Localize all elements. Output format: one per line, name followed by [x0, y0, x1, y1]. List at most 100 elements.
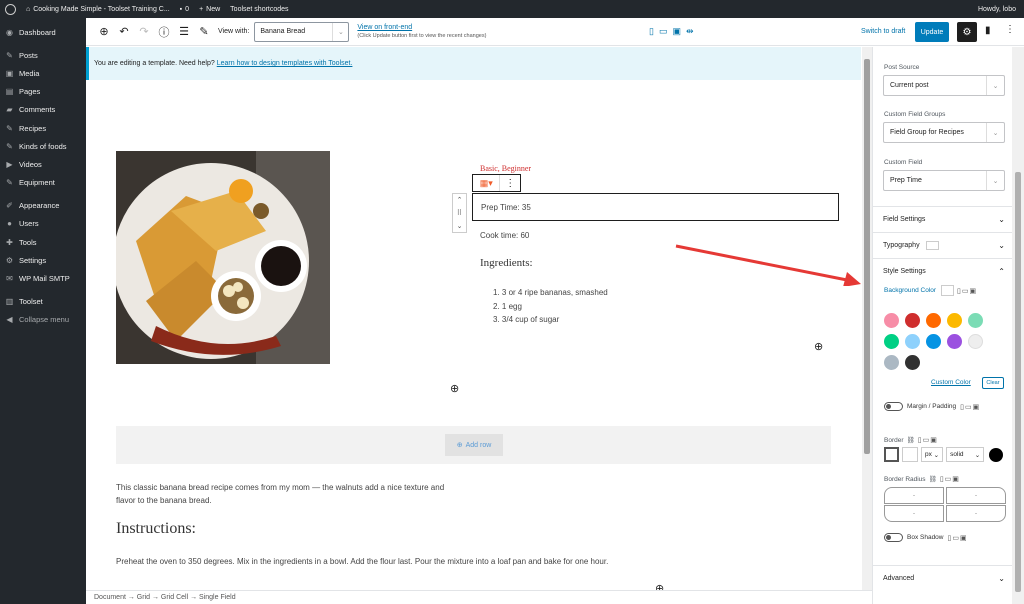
sidebar-item-settings[interactable]: ⚙ Settings — [0, 251, 86, 269]
color-swatch[interactable] — [905, 355, 920, 370]
sidebar-item-comments[interactable]: ▰ Comments — [0, 101, 86, 119]
add-row-button[interactable]: ⊕ Add row — [445, 434, 503, 456]
color-swatch[interactable] — [947, 313, 962, 328]
color-swatch[interactable] — [926, 313, 941, 328]
color-swatch[interactable] — [884, 313, 899, 328]
learn-templates-link[interactable]: Learn how to design templates with Tools… — [217, 60, 353, 67]
background-color-swatch[interactable] — [941, 285, 955, 296]
style-settings-header[interactable]: Style Settings ⌃ — [873, 258, 1012, 284]
settings-gear-button[interactable]: ⚙ — [957, 22, 977, 42]
chevron-up-icon[interactable]: ⌃ — [457, 196, 463, 204]
color-swatch[interactable] — [947, 334, 962, 349]
tablet-icon[interactable]: ▭ — [659, 26, 668, 37]
panel-scrollbar[interactable] — [1012, 47, 1024, 604]
sidebar-item-videos[interactable]: ▶ Videos — [0, 155, 86, 173]
radius-top-right[interactable]: - — [946, 487, 1006, 504]
custom-color-link[interactable]: Custom Color — [931, 379, 971, 386]
color-swatch[interactable] — [884, 334, 899, 349]
breadcrumb-item[interactable]: Document — [94, 594, 126, 601]
device-icons[interactable]: ▯▭▣ — [940, 475, 960, 483]
sidebar-item-recipes[interactable]: ✎ Recipes — [0, 119, 86, 137]
color-swatch[interactable] — [968, 313, 983, 328]
chevron-down-icon[interactable]: ⌄ — [457, 222, 463, 230]
sidebar-item-toolset[interactable]: ▥ Toolset — [0, 293, 86, 311]
device-icons[interactable]: ▯▭▣ — [918, 436, 938, 444]
chevron-down-icon: ⌄ — [986, 123, 1004, 142]
sidebar-item-equipment[interactable]: ✎ Equipment — [0, 174, 86, 192]
desktop-icon[interactable]: ▣ — [672, 26, 681, 37]
new-link[interactable]: + New — [194, 0, 225, 18]
sidebar-item-media[interactable]: ▣ Media — [0, 64, 86, 82]
sidebar-item-dashboard[interactable]: ◉ Dashboard — [0, 23, 86, 41]
margin-padding-toggle[interactable] — [884, 402, 903, 411]
breadcrumb-item[interactable]: Grid Cell — [161, 594, 188, 601]
taxonomy-badge[interactable]: Basic, Beginner — [480, 164, 531, 173]
advanced-header[interactable]: Advanced ⌄ — [873, 565, 1012, 591]
sidebar-item-tools[interactable]: ✚ Tools — [0, 233, 86, 251]
sidebar-item-posts[interactable]: ✎ Posts — [0, 46, 86, 64]
radius-bottom-right[interactable]: - — [946, 505, 1006, 522]
block-mover[interactable]: ⌃ ⠿ ⌄ — [452, 193, 467, 233]
sidebar-item-wp-mail-smtp[interactable]: ✉ WP Mail SMTP — [0, 269, 86, 287]
add-block-icon[interactable]: ⊕ — [94, 25, 114, 38]
typography-header[interactable]: Typography ⌄ — [873, 232, 1012, 258]
radius-top-left[interactable]: - — [884, 487, 944, 504]
border-style-box[interactable] — [884, 447, 899, 462]
custom-field-select[interactable]: Prep Time ⌄ — [883, 170, 1005, 191]
redo-icon[interactable]: ↷ — [134, 25, 154, 38]
radius-bottom-left[interactable]: - — [884, 505, 944, 522]
post-source-select[interactable]: Current post ⌄ — [883, 75, 1005, 96]
sidebar-item-users[interactable]: ● Users — [0, 215, 86, 233]
custom-field-label: Custom Field — [884, 159, 923, 166]
add-block-icon[interactable]: ⊕ — [814, 340, 823, 353]
switch-draft-link[interactable]: Switch to draft — [861, 28, 905, 35]
device-icons[interactable]: ▯▭▣ — [948, 534, 968, 542]
box-shadow-toggle[interactable] — [884, 533, 903, 542]
device-icons[interactable]: ▯▭▣ — [957, 287, 977, 295]
sidebar-collapse-menu[interactable]: ◀ Collapse menu — [0, 311, 86, 329]
comments-link[interactable]: ▪ 0 — [175, 0, 194, 18]
link-icon[interactable]: ⛓ — [929, 475, 937, 483]
mobile-icon[interactable]: ▯ — [649, 26, 654, 37]
drag-handle-icon[interactable]: ⠿ — [457, 209, 462, 217]
border-color-swatch[interactable] — [989, 447, 1004, 462]
block-more-icon[interactable]: ⋮ — [500, 175, 520, 191]
breadcrumb-item[interactable]: Single Field — [199, 594, 236, 601]
toolset-shortcodes-link[interactable]: Toolset shortcodes — [225, 0, 293, 18]
field-block-icon[interactable]: ▦▾ — [473, 175, 501, 191]
clear-color-button[interactable]: Clear — [982, 377, 1004, 389]
canvas-scrollbar[interactable] — [862, 47, 872, 590]
undo-icon[interactable]: ↶ — [114, 25, 134, 38]
add-block-icon[interactable]: ⊕ — [655, 582, 664, 590]
view-front-end-link[interactable]: View on front-end — [357, 23, 486, 32]
update-button[interactable]: Update — [915, 22, 949, 42]
sidebar-item-kinds-of-foods[interactable]: ✎ Kinds of foods — [0, 137, 86, 155]
resize-icon[interactable]: ⇹ — [686, 26, 694, 37]
custom-field-groups-select[interactable]: Field Group for Recipes ⌄ — [883, 122, 1005, 143]
info-icon[interactable]: ⓘ — [154, 24, 174, 40]
color-swatch[interactable] — [905, 334, 920, 349]
color-swatch[interactable] — [968, 334, 983, 349]
site-name[interactable]: ⌂ Cooking Made Simple - Toolset Training … — [21, 0, 175, 18]
color-swatch[interactable] — [884, 355, 899, 370]
prep-time-field[interactable]: Prep Time: 35 — [472, 193, 839, 221]
outline-icon[interactable]: ☰ — [174, 25, 194, 38]
sidebar-item-pages[interactable]: ▤ Pages — [0, 83, 86, 101]
add-block-icon[interactable]: ⊕ — [450, 382, 459, 395]
field-settings-header[interactable]: Field Settings ⌄ — [873, 206, 1012, 232]
border-unit-select[interactable]: px ⌄ — [921, 447, 944, 462]
more-menu-icon[interactable]: ⋮ — [1005, 24, 1015, 35]
border-style-select[interactable]: solid ⌄ — [946, 447, 985, 462]
color-swatch[interactable] — [926, 334, 941, 349]
breadcrumb-item[interactable]: Grid — [137, 594, 150, 601]
border-width-input[interactable] — [902, 447, 918, 462]
pencil-icon[interactable]: ✎ — [194, 25, 214, 38]
toolset-block-icon[interactable]: ▮ — [985, 25, 991, 36]
device-icons[interactable]: ▯▭▣ — [960, 403, 980, 411]
howdy-user[interactable]: Howdy, lobo — [973, 0, 1024, 18]
view-with-select[interactable]: Banana Bread ⌄ — [254, 21, 350, 42]
sidebar-item-appearance[interactable]: ✐ Appearance — [0, 197, 86, 215]
link-icon[interactable]: ⛓ — [907, 436, 915, 444]
color-swatch[interactable] — [905, 313, 920, 328]
wp-logo[interactable] — [0, 0, 21, 18]
